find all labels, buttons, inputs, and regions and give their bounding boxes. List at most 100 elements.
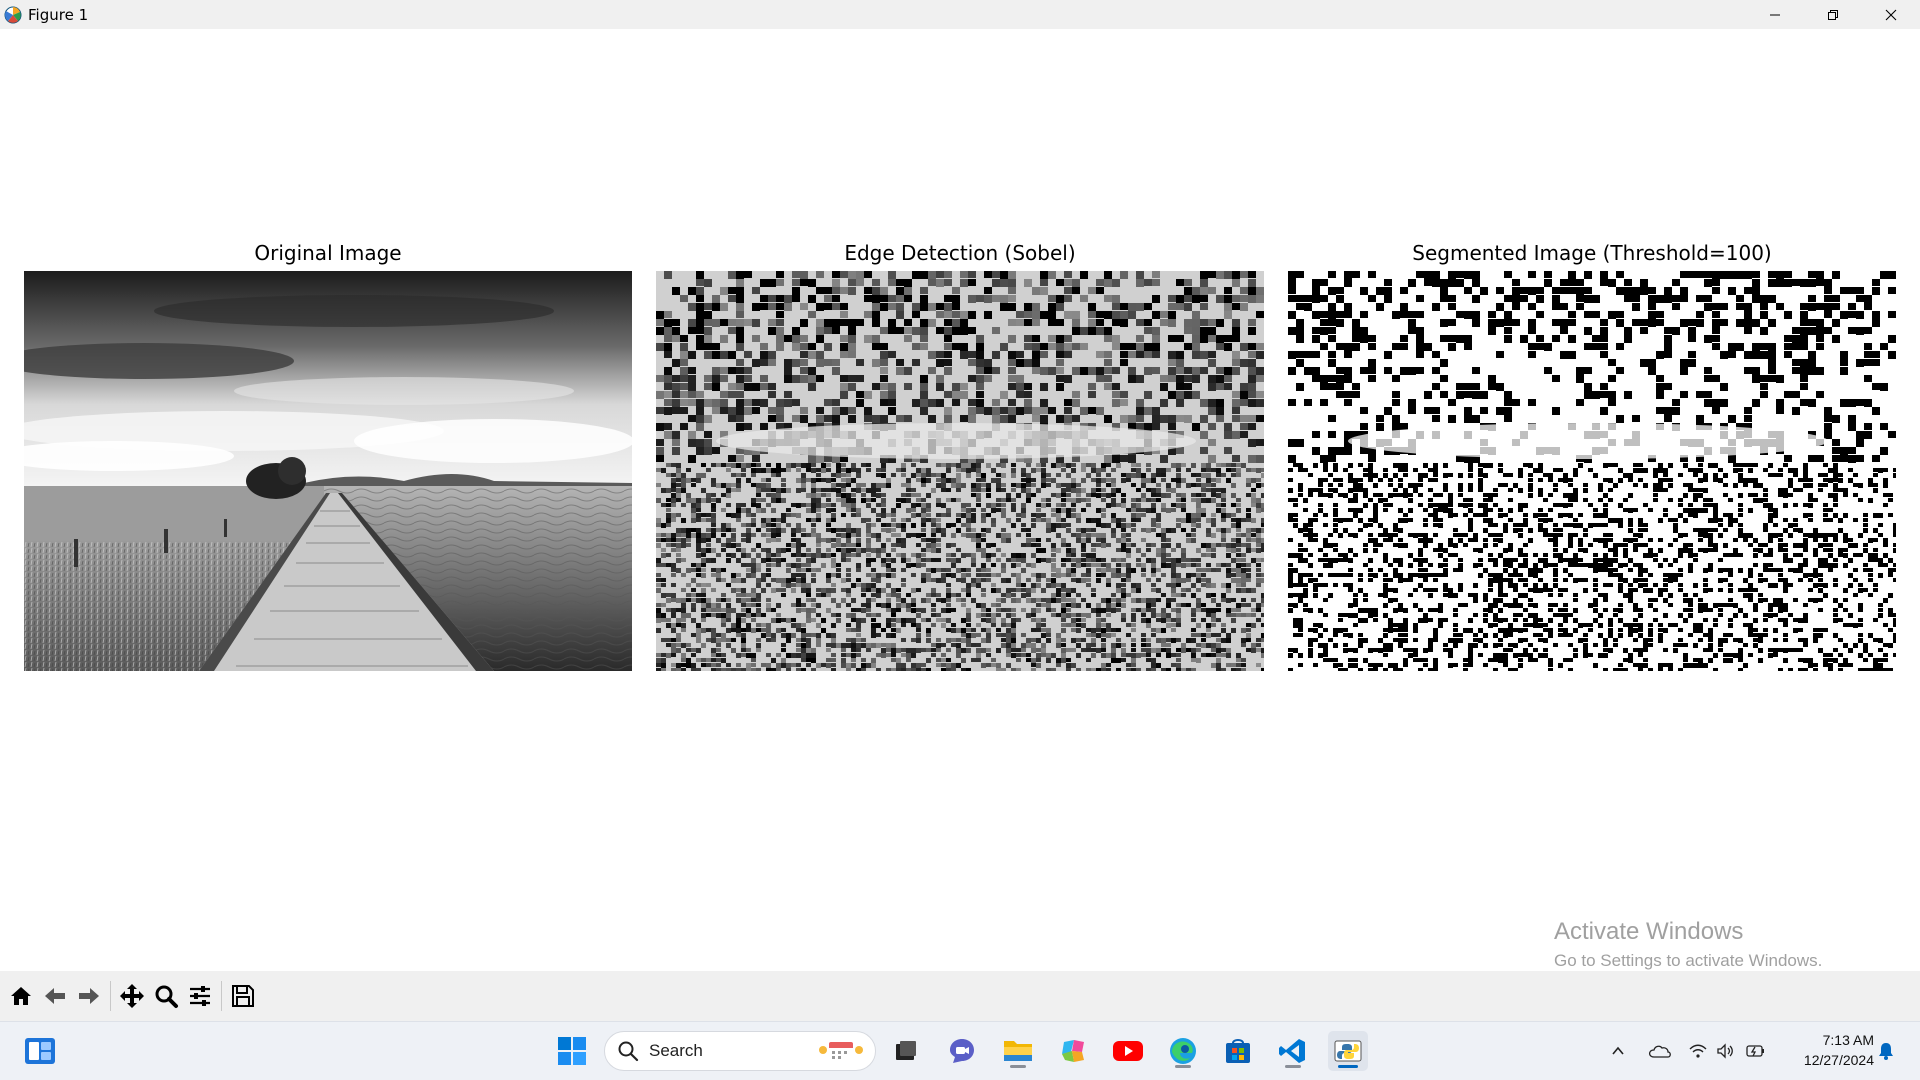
texture-cell xyxy=(816,303,824,311)
texture-cell xyxy=(1046,498,1051,502)
texture-cell xyxy=(1001,608,1006,612)
texture-cell xyxy=(686,583,691,587)
texture-cell xyxy=(816,533,821,538)
texture-cell xyxy=(1573,468,1578,473)
texture-cell xyxy=(956,593,961,597)
texture-cell xyxy=(661,563,666,567)
texture-cell xyxy=(1166,543,1171,548)
texture-cell xyxy=(1873,468,1878,472)
texture-cell xyxy=(866,528,871,533)
texture-cell xyxy=(1032,359,1040,367)
close-button[interactable] xyxy=(1862,0,1920,29)
texture-cell xyxy=(896,538,901,543)
texture-cell xyxy=(736,508,741,513)
texture-cell xyxy=(672,439,680,446)
texture-cell xyxy=(1376,423,1384,431)
texture-cell xyxy=(666,518,671,523)
texture-cell xyxy=(816,568,821,572)
texture-cell xyxy=(1041,468,1046,473)
texture-cell xyxy=(1512,399,1520,406)
texture-cell xyxy=(951,668,956,671)
texture-cell xyxy=(1658,463,1663,468)
texture-cell xyxy=(746,648,751,652)
texture-cell xyxy=(1048,407,1056,414)
texture-cell xyxy=(711,613,716,617)
texture-cell xyxy=(976,578,981,583)
minimize-button[interactable] xyxy=(1746,0,1804,29)
texture-cell xyxy=(686,643,691,647)
texture-cell xyxy=(736,423,744,431)
texture-cell xyxy=(926,543,931,548)
texture-cell xyxy=(1536,311,1544,318)
texture-cell xyxy=(986,578,991,582)
texture-cell xyxy=(1026,543,1031,547)
texture-cell xyxy=(1201,568,1206,572)
texture-cell xyxy=(986,663,991,667)
texture-cell xyxy=(1261,593,1264,598)
texture-cell xyxy=(1048,335,1056,342)
texture-cell xyxy=(1320,319,1328,326)
texture-cell xyxy=(776,407,784,415)
texture-cell xyxy=(866,558,871,563)
texture-cell xyxy=(1693,488,1698,492)
texture-cell xyxy=(821,463,826,468)
texture-cell xyxy=(691,513,696,518)
texture-cell xyxy=(1424,279,1432,286)
texture-cell xyxy=(1171,588,1176,593)
texture-cell xyxy=(768,383,776,390)
texture-cell xyxy=(751,468,756,473)
texture-cell xyxy=(1171,623,1176,627)
texture-cell xyxy=(871,593,876,597)
texture-cell xyxy=(1763,488,1768,492)
texture-cell xyxy=(1221,593,1226,598)
texture-cell xyxy=(1833,503,1838,507)
texture-cell xyxy=(1728,343,1736,351)
texture-cell xyxy=(1021,553,1026,558)
texture-cell xyxy=(1091,608,1096,613)
texture-cell xyxy=(1201,483,1206,488)
texture-cell xyxy=(671,463,676,467)
texture-cell xyxy=(691,633,696,637)
texture-cell xyxy=(1792,327,1800,334)
texture-cell xyxy=(712,367,720,375)
restore-button[interactable] xyxy=(1804,0,1862,29)
texture-cell xyxy=(676,648,681,653)
texture-cell xyxy=(871,588,876,592)
texture-cell xyxy=(1360,287,1368,295)
texture-cell xyxy=(808,351,816,359)
texture-cell xyxy=(1064,343,1072,351)
texture-cell xyxy=(766,478,771,482)
texture-cell xyxy=(771,498,776,503)
texture-cell xyxy=(936,359,944,367)
texture-cell xyxy=(926,503,931,508)
texture-cell xyxy=(846,568,851,572)
texture-cell xyxy=(1296,319,1304,327)
texture-cell xyxy=(1152,423,1160,430)
texture-cell xyxy=(1191,573,1196,577)
texture-cell xyxy=(696,271,704,279)
texture-cell xyxy=(751,483,756,487)
texture-cell xyxy=(866,518,871,522)
texture-cell xyxy=(1016,533,1021,537)
texture-cell xyxy=(701,603,706,608)
texture-cell xyxy=(826,633,831,638)
texture-cell xyxy=(906,498,911,503)
texture-cell xyxy=(1800,359,1808,367)
texture-cell xyxy=(851,503,856,508)
texture-cell xyxy=(1011,563,1016,568)
texture-cell xyxy=(796,568,801,572)
texture-cell xyxy=(1091,633,1096,637)
texture-cell xyxy=(1261,523,1264,527)
texture-cell xyxy=(1024,311,1032,318)
texture-cell xyxy=(1241,663,1246,667)
texture-cell xyxy=(1688,503,1693,507)
texture-cell xyxy=(1864,295,1872,303)
texture-cell xyxy=(1096,468,1101,473)
texture-cell xyxy=(1181,588,1186,592)
texture-cell xyxy=(1336,367,1344,374)
texture-cell xyxy=(856,513,861,517)
texture-cell xyxy=(751,653,756,658)
texture-cell xyxy=(861,593,866,597)
texture-cell xyxy=(736,383,744,390)
texture-cell xyxy=(1176,658,1181,662)
